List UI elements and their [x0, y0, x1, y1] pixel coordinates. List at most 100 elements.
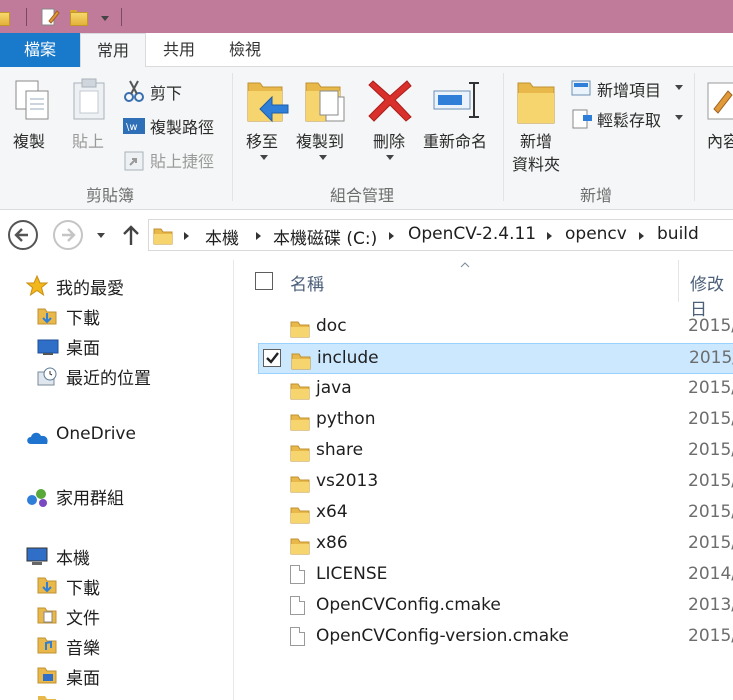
- downloads-folder-icon: [37, 308, 57, 325]
- cut-button[interactable]: 剪下: [150, 80, 182, 104]
- properties-button[interactable]: 內容: [707, 128, 733, 152]
- recent-places-icon: [37, 367, 57, 386]
- copy-button[interactable]: 複製: [13, 128, 45, 152]
- new-item-icon: [571, 80, 591, 96]
- move-to-dropdown-icon[interactable]: [260, 155, 268, 160]
- toolbar-divider: [26, 8, 27, 26]
- folder-row[interactable]: python 2015/: [258, 405, 733, 436]
- nav-homegroup[interactable]: 家用群組: [56, 484, 124, 509]
- folder-row[interactable]: x86 2015/: [258, 529, 733, 560]
- move-to-button[interactable]: 移至: [246, 128, 278, 152]
- file-name: java: [316, 378, 352, 398]
- svg-text:\w: \w: [126, 122, 138, 133]
- copy-to-button[interactable]: 複製到: [296, 128, 344, 152]
- nav-favorites[interactable]: 我的最愛: [56, 274, 124, 299]
- customize-quick-access-icon[interactable]: [101, 16, 109, 21]
- properties-quick-icon[interactable]: [40, 7, 60, 27]
- onedrive-icon: [27, 432, 48, 444]
- tab-view[interactable]: 檢視: [212, 33, 278, 67]
- paste-shortcut-button[interactable]: 貼上捷徑: [150, 148, 214, 172]
- folder-row[interactable]: share 2015/: [258, 436, 733, 467]
- back-button[interactable]: [8, 220, 38, 250]
- back-arrow-icon: [14, 228, 28, 242]
- organize-group-label: 組合管理: [330, 186, 395, 205]
- address-bar[interactable]: 本機 本機磁碟 (C:) OpenCV-2.4.11 opencv build: [148, 219, 733, 251]
- breadcrumb-item[interactable]: 本機: [205, 224, 239, 249]
- file-name: x64: [316, 502, 348, 522]
- folder-row[interactable]: java 2015/: [258, 374, 733, 405]
- easy-access-dropdown-icon[interactable]: [675, 115, 683, 120]
- paste-shortcut-icon: [124, 151, 144, 171]
- file-date: 2015/: [689, 348, 733, 368]
- new-folder-button-line2[interactable]: 資料夾: [512, 151, 560, 175]
- nav-this-pc[interactable]: 本機: [56, 544, 90, 569]
- copy-to-dropdown-icon[interactable]: [319, 155, 327, 160]
- breadcrumb-separator-icon[interactable]: [184, 232, 189, 240]
- folder-icon: [290, 382, 310, 404]
- file-name: x86: [316, 533, 348, 553]
- new-folder-quick-icon[interactable]: [70, 6, 88, 28]
- breadcrumb-separator-icon[interactable]: [256, 232, 261, 240]
- breadcrumb-item[interactable]: OpenCV-2.4.11: [408, 224, 536, 244]
- move-to-icon: [247, 82, 289, 123]
- tab-home[interactable]: 常用: [80, 33, 146, 68]
- file-name: OpenCVConfig-version.cmake: [316, 626, 569, 646]
- folder-row[interactable]: doc 2015/: [258, 312, 733, 343]
- new-folder-button[interactable]: 新增: [520, 128, 552, 152]
- music-folder-icon: [37, 637, 57, 654]
- file-date: 2015/: [688, 316, 733, 336]
- breadcrumb-separator-icon[interactable]: [389, 232, 394, 240]
- breadcrumb-item[interactable]: opencv: [565, 224, 627, 244]
- sort-ascending-icon: [460, 262, 470, 268]
- computer-icon: [26, 547, 48, 565]
- breadcrumb-separator-icon[interactable]: [547, 232, 552, 240]
- file-name: include: [317, 348, 379, 368]
- row-checkbox[interactable]: [263, 349, 281, 367]
- tab-share[interactable]: 共用: [146, 33, 212, 67]
- up-arrow-icon[interactable]: [120, 223, 142, 247]
- folder-row[interactable]: include 2015/: [258, 343, 733, 374]
- file-icon: [290, 596, 305, 615]
- breadcrumb-separator-icon[interactable]: [639, 232, 644, 240]
- downloads-folder-icon: [37, 577, 57, 594]
- file-row[interactable]: LICENSE 2014/: [258, 560, 733, 591]
- nav-onedrive[interactable]: OneDrive: [56, 424, 136, 444]
- file-row[interactable]: OpenCVConfig.cmake 2013/: [258, 591, 733, 622]
- file-date: 2015/: [688, 409, 733, 429]
- nav-pc-documents[interactable]: 文件: [66, 604, 100, 629]
- folder-icon: [291, 352, 311, 374]
- column-header-name[interactable]: 名稱: [290, 270, 324, 295]
- column-divider[interactable]: [678, 260, 679, 302]
- folder-icon: [290, 537, 310, 559]
- new-item-button[interactable]: 新增項目: [597, 77, 661, 101]
- folder-row[interactable]: vs2013 2015/: [258, 467, 733, 498]
- nav-fav-desktop[interactable]: 桌面: [66, 334, 100, 359]
- file-icon: [290, 565, 305, 584]
- folder-icon: [290, 444, 310, 466]
- easy-access-button[interactable]: 輕鬆存取: [597, 107, 661, 131]
- file-date: 2015/: [688, 502, 733, 522]
- paste-button[interactable]: 貼上: [72, 128, 104, 152]
- new-item-dropdown-icon[interactable]: [675, 85, 683, 90]
- nav-pc-music[interactable]: 音樂: [66, 634, 100, 659]
- file-row[interactable]: OpenCVConfig-version.cmake 2015/: [258, 622, 733, 653]
- nav-fav-downloads[interactable]: 下載: [66, 304, 100, 329]
- breadcrumb-item[interactable]: 本機磁碟 (C:): [273, 224, 377, 249]
- nav-fav-recent[interactable]: 最近的位置: [66, 364, 151, 389]
- file-name: share: [316, 440, 364, 460]
- folder-icon[interactable]: [0, 6, 10, 28]
- select-all-checkbox[interactable]: [255, 272, 273, 290]
- nav-pc-desktop[interactable]: 桌面: [66, 664, 100, 689]
- forward-button[interactable]: [53, 220, 83, 250]
- folder-icon: [290, 413, 310, 435]
- recent-locations-icon[interactable]: [97, 233, 105, 238]
- rename-button[interactable]: 重新命名: [423, 128, 487, 152]
- ribbon-divider: [694, 73, 695, 201]
- nav-pc-downloads[interactable]: 下載: [66, 574, 100, 599]
- breadcrumb-item[interactable]: build: [657, 224, 699, 244]
- delete-button[interactable]: 刪除: [373, 128, 405, 152]
- folder-row[interactable]: x64 2015/: [258, 498, 733, 529]
- tab-file[interactable]: 檔案: [0, 33, 80, 67]
- copy-path-button[interactable]: 複製路徑: [150, 114, 214, 138]
- delete-dropdown-icon[interactable]: [386, 155, 394, 160]
